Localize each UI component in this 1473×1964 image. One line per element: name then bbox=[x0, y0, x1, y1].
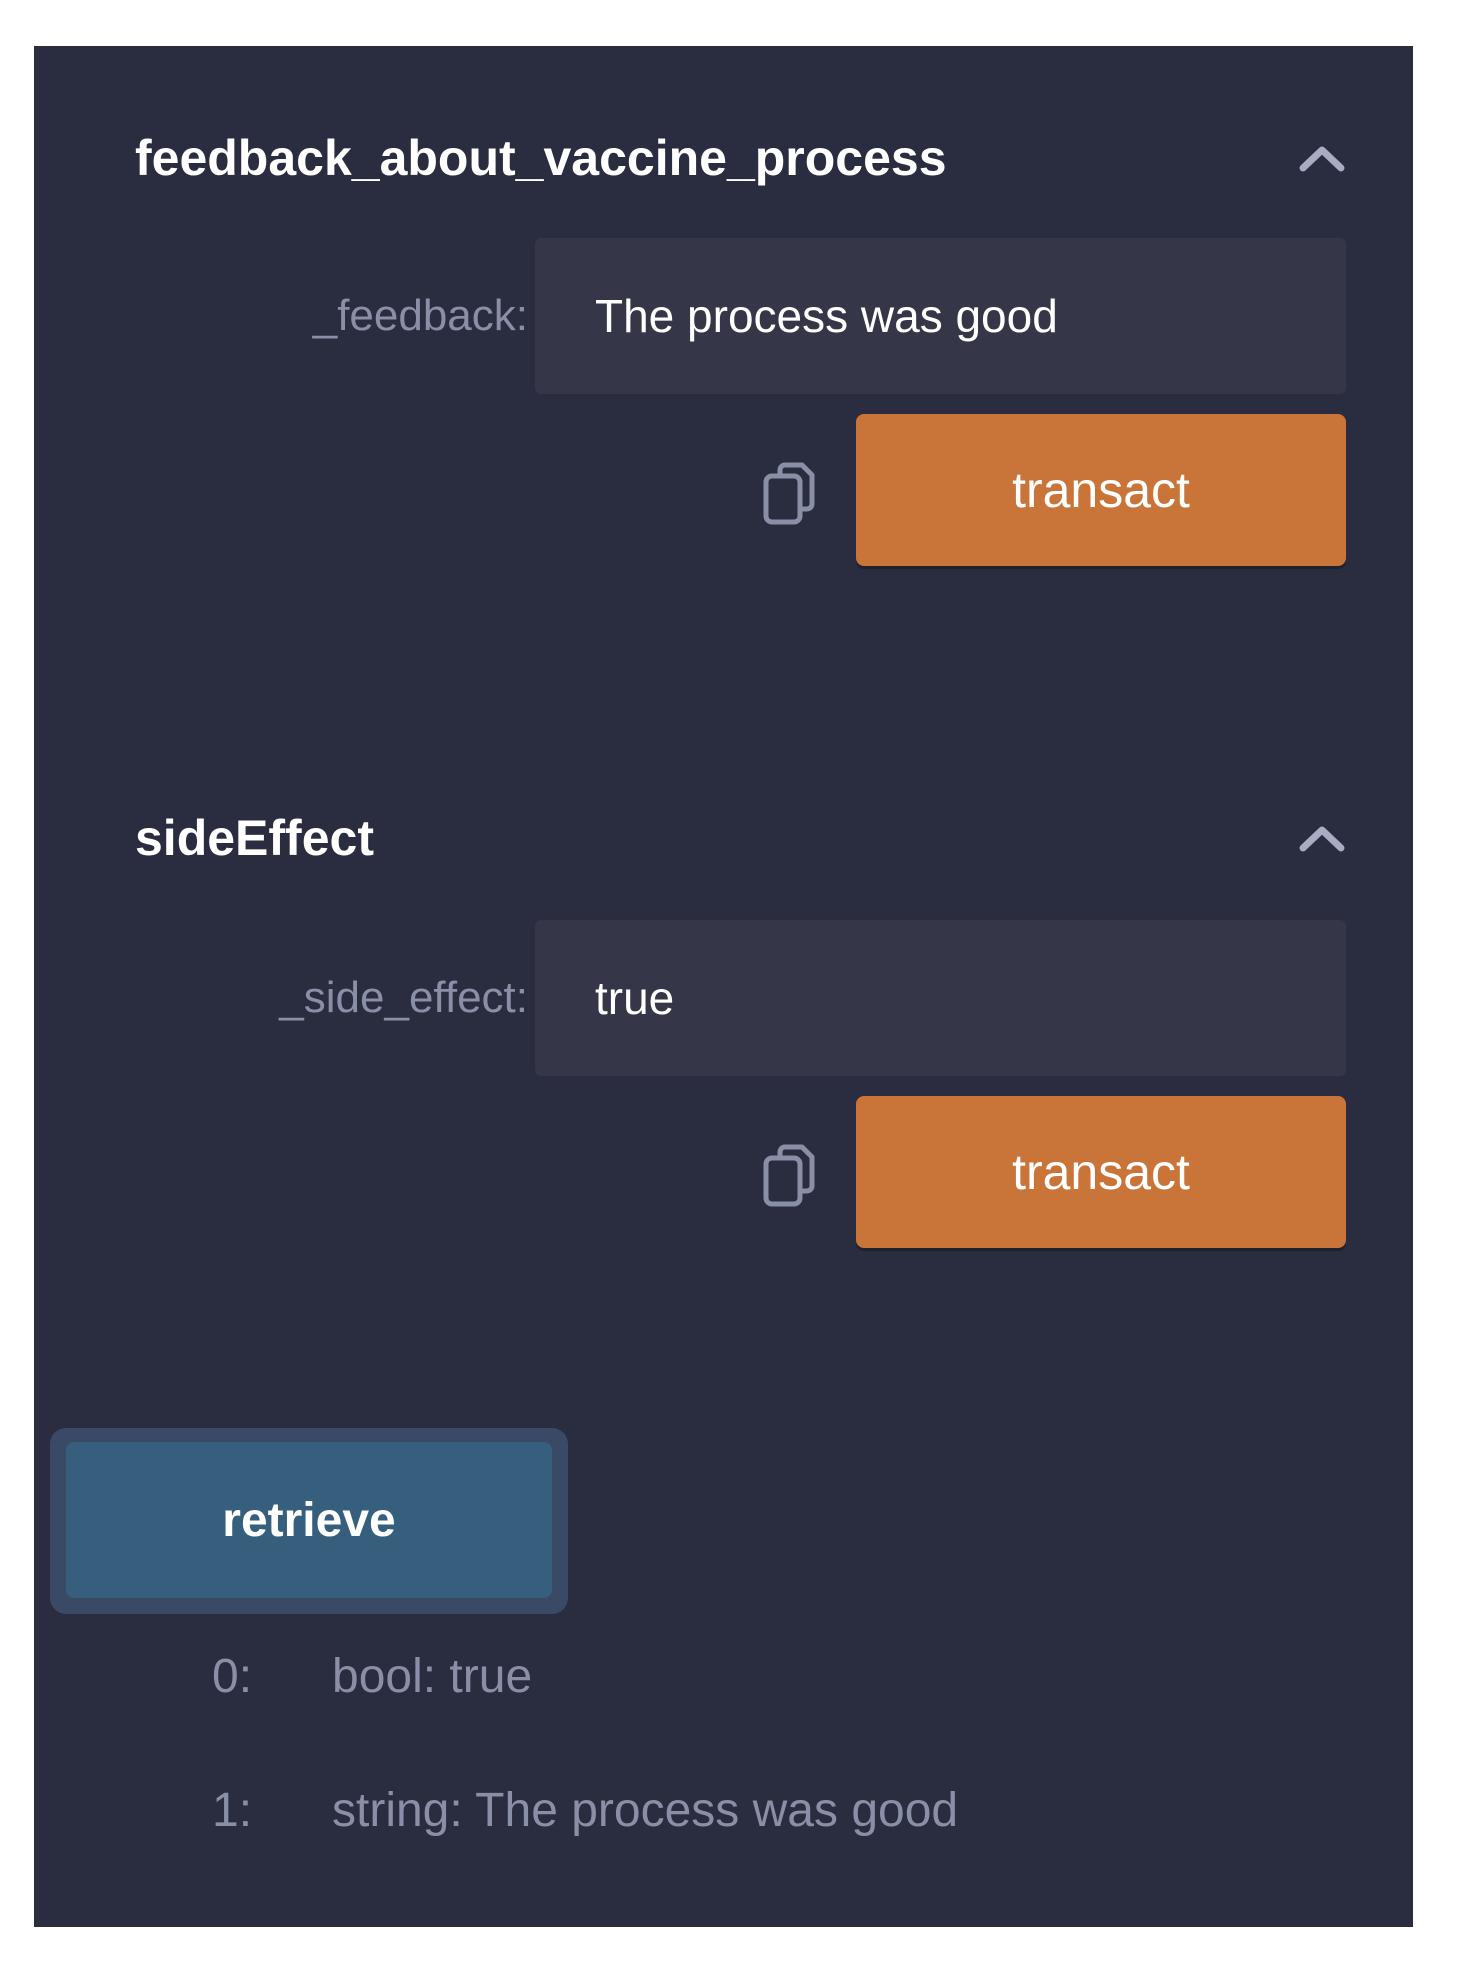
copy-icon[interactable] bbox=[760, 460, 820, 532]
transact-button-side-effect[interactable]: transact bbox=[856, 1096, 1346, 1248]
function-header-feedback[interactable]: feedback_about_vaccine_process bbox=[135, 118, 1347, 198]
retrieve-button-wrapper: retrieve bbox=[50, 1428, 568, 1614]
output-index: 1: bbox=[212, 1784, 253, 1837]
chevron-up-icon[interactable] bbox=[1297, 138, 1347, 178]
output-item: 0: bool: true bbox=[212, 1642, 532, 1712]
function-header-side-effect[interactable]: sideEffect bbox=[135, 798, 1347, 878]
copy-icon[interactable] bbox=[760, 1142, 820, 1214]
param-row-side-effect: _side_effect: true bbox=[34, 920, 1346, 1076]
param-row-feedback: _feedback: The process was good bbox=[34, 238, 1346, 394]
param-label: _feedback: bbox=[312, 291, 528, 340]
output-item: 1: string: The process was good bbox=[212, 1776, 958, 1846]
function-title: feedback_about_vaccine_process bbox=[135, 130, 947, 186]
param-label: _side_effect: bbox=[279, 973, 528, 1022]
function-title: sideEffect bbox=[135, 810, 374, 866]
output-value: bool: true bbox=[332, 1650, 533, 1703]
side-effect-input[interactable]: true bbox=[535, 920, 1346, 1076]
chevron-up-icon[interactable] bbox=[1297, 818, 1347, 858]
feedback-input[interactable]: The process was good bbox=[535, 238, 1346, 394]
retrieve-button[interactable]: retrieve bbox=[66, 1442, 552, 1598]
transact-button-feedback[interactable]: transact bbox=[856, 414, 1346, 566]
output-index: 0: bbox=[212, 1650, 253, 1703]
contract-functions-panel: feedback_about_vaccine_process _feedback… bbox=[34, 46, 1413, 1927]
output-value: string: The process was good bbox=[332, 1784, 959, 1837]
